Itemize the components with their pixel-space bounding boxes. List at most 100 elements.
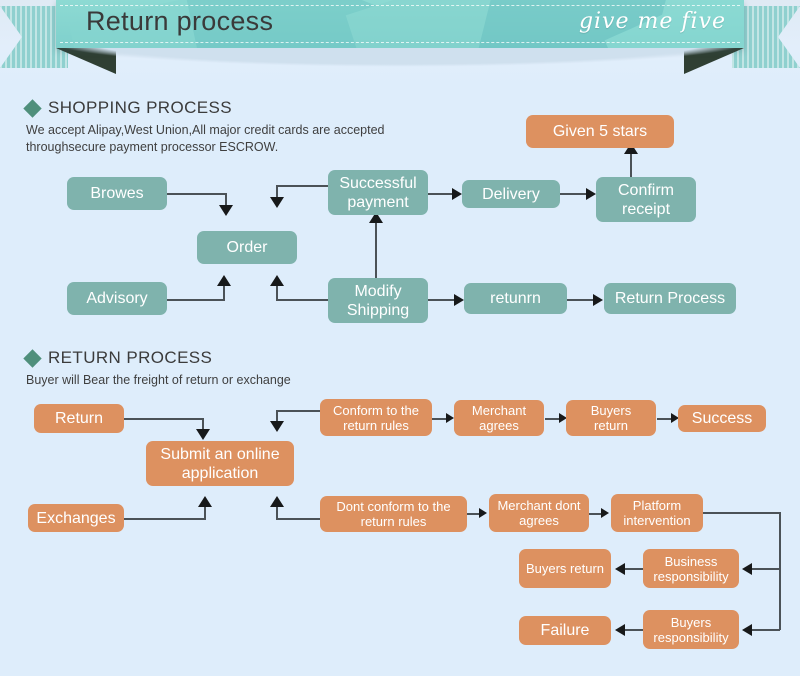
page-title: Return process xyxy=(86,6,274,36)
connector-buyersresp-to-failure xyxy=(625,629,643,631)
node-given-5-stars[interactable]: Given 5 stars xyxy=(526,115,674,148)
node-buyers-return-top[interactable]: Buyers return xyxy=(566,400,656,436)
ribbon-script-text: give me five xyxy=(578,9,726,34)
shopping-process-title-row: SHOPPING PROCESS xyxy=(23,98,385,118)
connector-payment-to-delivery xyxy=(428,193,454,195)
arrow-advisory-up xyxy=(217,275,231,286)
arrow-modify-to-retunrn xyxy=(454,294,464,306)
connector-business-to-buyersreturn xyxy=(625,568,643,570)
node-platform-intervention[interactable]: Platform intervention xyxy=(611,494,703,532)
node-return[interactable]: Return xyxy=(34,404,124,433)
connector-dontconform-left-v xyxy=(276,506,278,520)
arrow-retunrn-to-returnprocess xyxy=(593,294,603,306)
connector-exchanges-v xyxy=(204,506,206,520)
arrow-dontconform-to-merchantdont xyxy=(479,508,487,518)
node-merchant-dont-agrees[interactable]: Merchant dont agrees xyxy=(489,494,589,532)
diamond-bullet-icon xyxy=(23,98,42,118)
return-process-description: Buyer will Bear the freight of return or… xyxy=(26,373,291,387)
arrow-conform-to-merchant xyxy=(446,413,454,423)
node-advisory-label: Advisory xyxy=(86,290,148,307)
node-order[interactable]: Order xyxy=(197,231,297,264)
node-dont-conform-rules-label: Dont conform to the return rules xyxy=(336,499,451,529)
page-header: Return process give me five xyxy=(0,0,800,86)
arrow-payment-downleft xyxy=(270,197,284,208)
node-business-responsibility[interactable]: Business responsibility xyxy=(643,549,739,588)
shopping-process-description-line2: throughsecure payment processor ESCROW. xyxy=(26,140,279,154)
arrow-buyersresp-to-failure xyxy=(615,624,625,636)
node-merchant-dont-agrees-label: Merchant dont agrees xyxy=(497,498,581,528)
connector-modify-to-retunrn xyxy=(428,299,456,301)
node-success[interactable]: Success xyxy=(678,405,766,432)
shopping-process-description: We accept Alipay,West Union,All major cr… xyxy=(26,122,385,156)
node-return-process[interactable]: Return Process xyxy=(604,283,736,314)
arrow-browes-to-order xyxy=(219,205,233,216)
node-merchant-agrees-label: Merchant agrees xyxy=(471,403,527,433)
node-retunrn-label: retunrn xyxy=(490,290,541,307)
connector-advisory-h xyxy=(167,299,225,301)
connector-exchanges-h xyxy=(124,518,206,520)
return-process-title-row: RETURN PROCESS xyxy=(23,348,291,368)
node-modify-shipping[interactable]: Modify Shipping xyxy=(328,278,428,323)
arrow-exchanges-up xyxy=(198,496,212,507)
arrow-bus-to-business xyxy=(742,563,752,575)
ribbon-dash-bottom xyxy=(60,42,740,43)
page-root: Return process give me five SHOPPING PRO… xyxy=(0,0,800,676)
node-failure-label: Failure xyxy=(540,622,590,639)
connector-platform-bus-h xyxy=(702,512,781,514)
diamond-bullet-icon-2 xyxy=(23,348,42,368)
node-exchanges[interactable]: Exchanges xyxy=(28,504,124,532)
node-browes-label: Browes xyxy=(90,185,144,202)
node-successful-payment-label: Successful payment xyxy=(339,174,417,211)
connector-retunrn-to-returnprocess xyxy=(567,299,595,301)
node-delivery-label: Delivery xyxy=(482,185,540,203)
node-success-label: Success xyxy=(691,410,753,427)
node-successful-payment[interactable]: Successful payment xyxy=(328,170,428,215)
node-submit-application[interactable]: Submit an online application xyxy=(146,441,294,486)
node-platform-intervention-label: Platform intervention xyxy=(623,498,691,528)
connector-modify-to-payment xyxy=(375,222,377,279)
connector-platform-bus-v xyxy=(779,512,781,630)
node-return-process-label: Return Process xyxy=(614,290,726,307)
node-buyers-return-bottom[interactable]: Buyers return xyxy=(519,549,611,588)
ribbon-banner: Return process give me five xyxy=(56,0,744,48)
connector-return-h xyxy=(124,418,204,420)
shopping-process-section-header: SHOPPING PROCESS We accept Alipay,West U… xyxy=(23,98,385,156)
node-buyers-responsibility-label: Buyers responsibility xyxy=(653,614,729,645)
connector-browes-to-order-h xyxy=(167,193,227,195)
node-conform-rules-label: Conform to the return rules xyxy=(333,402,419,433)
node-given-5-stars-label: Given 5 stars xyxy=(552,123,648,140)
node-buyers-return-bottom-label: Buyers return xyxy=(525,561,605,576)
node-modify-shipping-label: Modify Shipping xyxy=(346,282,410,319)
node-merchant-agrees[interactable]: Merchant agrees xyxy=(454,400,544,436)
arrow-delivery-to-confirm xyxy=(586,188,596,200)
node-delivery[interactable]: Delivery xyxy=(462,180,560,208)
connector-modify-left-v xyxy=(276,285,278,301)
node-dont-conform-rules[interactable]: Dont conform to the return rules xyxy=(320,496,467,532)
arrow-modify-left-up xyxy=(270,275,284,286)
arrow-business-to-buyersreturn xyxy=(615,563,625,575)
connector-advisory-v xyxy=(223,285,225,301)
connector-delivery-to-confirm xyxy=(560,193,588,195)
arrow-conform-downleft xyxy=(270,421,284,432)
node-retunrn[interactable]: retunrn xyxy=(464,283,567,314)
arrow-dontconform-up xyxy=(270,496,284,507)
node-return-label: Return xyxy=(54,410,104,427)
node-conform-rules[interactable]: Conform to the return rules xyxy=(320,399,432,436)
node-browes[interactable]: Browes xyxy=(67,177,167,210)
connector-bus-to-buyersresp xyxy=(752,629,780,631)
header-shadow-sweep xyxy=(0,48,800,86)
shopping-process-description-line1: We accept Alipay,West Union,All major cr… xyxy=(26,123,385,137)
shopping-process-heading: SHOPPING PROCESS xyxy=(48,98,232,117)
node-business-responsibility-label: Business responsibility xyxy=(653,553,729,584)
node-advisory[interactable]: Advisory xyxy=(67,282,167,315)
node-failure[interactable]: Failure xyxy=(519,616,611,645)
node-confirm-receipt-label: Confirm receipt xyxy=(617,181,674,218)
node-confirm-receipt[interactable]: Confirm receipt xyxy=(596,177,696,222)
return-process-heading: RETURN PROCESS xyxy=(48,348,213,367)
arrow-merchantdont-to-platform xyxy=(601,508,609,518)
arrow-bus-to-buyersresp xyxy=(742,624,752,636)
node-buyers-responsibility[interactable]: Buyers responsibility xyxy=(643,610,739,649)
node-order-label: Order xyxy=(226,239,268,256)
arrow-payment-to-delivery xyxy=(452,188,462,200)
connector-modify-left-h xyxy=(276,299,334,301)
